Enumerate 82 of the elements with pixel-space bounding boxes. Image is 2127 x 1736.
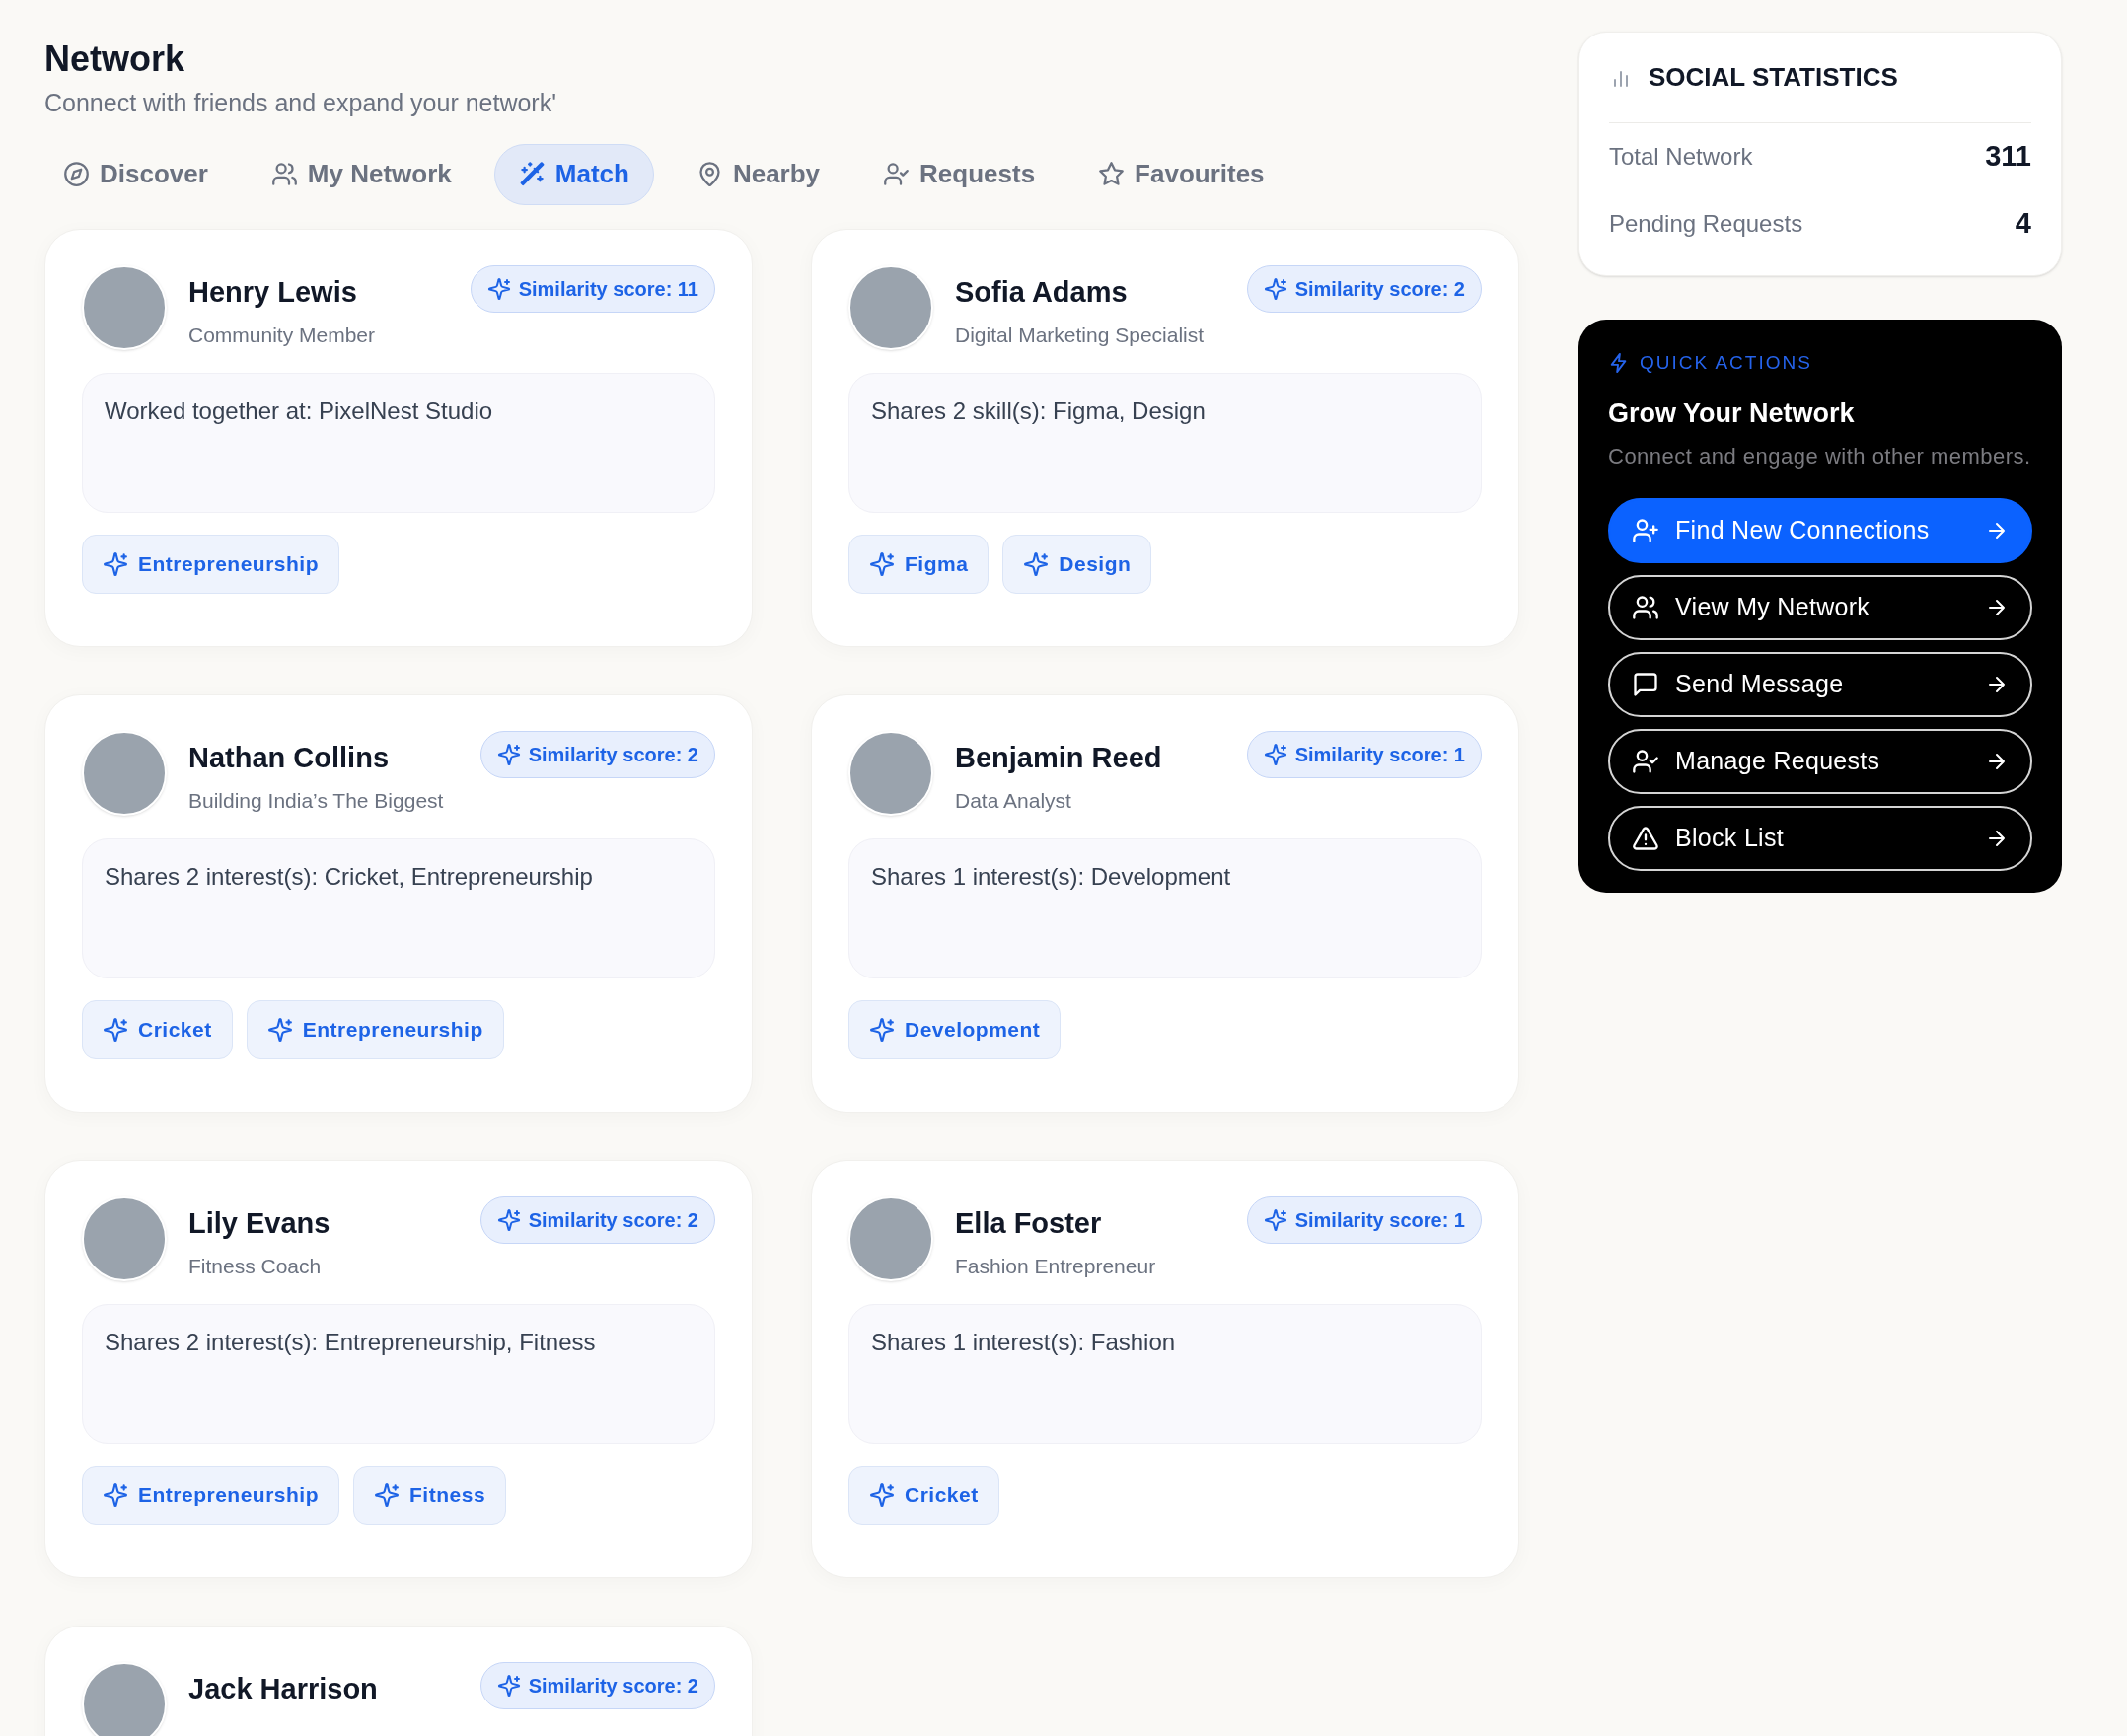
person-role: Fashion Entrepreneur [955,1254,1156,1279]
users-icon [1632,594,1659,621]
message-icon [1632,671,1659,698]
stat-label: Pending Requests [1609,209,1803,239]
tab[interactable]: Nearby [675,143,842,205]
users-icon [270,161,298,187]
person-name: Benjamin Reed [955,740,1162,775]
similarity-badge: Similarity score: 11 [470,264,715,313]
stat-value: 4 [2015,206,2031,242]
section-label: QUICK ACTIONS [1640,351,1812,375]
sparkle-icon [103,550,128,577]
sparkle-icon [1263,276,1287,301]
similarity-badge: Similarity score: 2 [479,730,715,778]
person-role: Building India’s The Biggest [188,788,444,814]
match-reason: Worked together at: PixelNest Studio [105,397,493,424]
interest-tag: Development [848,999,1062,1059]
page-title: Network [44,37,185,81]
compass-icon [63,161,90,187]
interest-tag: Design [1002,534,1152,594]
match-reason: Shares 2 interest(s): Cricket, Entrepreneurship [105,862,593,890]
action-button[interactable]: Send Message [1608,652,2032,717]
star-icon [1098,161,1126,187]
panel-description: Connect and engage with other members. [1608,443,2032,470]
person-name: Ella Foster [955,1205,1102,1241]
card-title: SOCIAL STATISTICS [1649,61,1898,94]
person-name: Jack Harrison [188,1671,378,1706]
sparkle-icon [266,1016,293,1043]
person-role: Digital Marketing Specialist [955,323,1205,348]
action-button[interactable]: Manage Requests [1608,729,2032,794]
person-role: Fitness Coach [188,1254,322,1279]
person-name: Nathan Collins [188,740,389,775]
person-name: Sofia Adams [955,274,1128,310]
stat-value: 311 [1985,139,2031,175]
match-reason: Shares 2 interest(s): Entrepreneurship, Fitness [105,1328,596,1355]
sparkle-icon [103,1482,128,1508]
sparkle-icon [486,276,511,301]
sparkle-icon [1023,550,1050,577]
similarity-badge: Similarity score: 2 [479,1661,715,1709]
stat-label: Total Network [1609,142,1753,172]
match-reason: Shares 1 interest(s): Development [871,862,1231,890]
action-button[interactable]: View My Network [1608,575,2032,640]
sparkle-icon [1263,1207,1287,1232]
tab[interactable]: Requests [862,143,1057,205]
sparkle-icon [869,1482,895,1508]
sparkle-icon [374,1482,401,1508]
interest-tag: Fitness [353,1465,507,1525]
interest-tag: Cricket [82,999,233,1059]
interest-tag: Entrepreneurship [82,534,340,594]
sparkle-icon [103,1016,128,1043]
tab[interactable]: Discover [42,143,229,205]
person-role: Data Analyst [955,788,1071,814]
panel-title: Grow Your Network [1608,397,1855,430]
tab[interactable]: Favourites [1077,143,1285,205]
page-subtitle: Connect with friends and expand your network' [44,88,556,118]
sparkle-icon [496,1673,521,1698]
person-name: Henry Lewis [188,274,357,310]
person-name: Lily Evans [188,1205,330,1241]
match-reason: Shares 1 interest(s): Fashion [871,1328,1176,1355]
sparkle-icon [496,742,521,766]
sparkle-icon [869,1016,895,1043]
user-check-icon [883,161,911,187]
match-reason: Shares 2 skill(s): Figma, Design [871,397,1206,424]
warning-icon [1632,825,1659,852]
similarity-badge: Similarity score: 1 [1246,1195,1482,1244]
similarity-badge: Similarity score: 2 [1246,264,1482,313]
sparkle-icon [1263,742,1287,766]
magic-wand-icon [518,161,546,187]
similarity-badge: Similarity score: 2 [479,1195,715,1244]
tab[interactable]: Match [493,143,654,205]
tab[interactable]: My Network [250,143,473,205]
sparkle-icon [869,550,895,577]
person-role: Community Member [188,323,376,348]
user-check-icon [1632,748,1659,775]
interest-tag: Figma [848,534,990,594]
interest-tag: Entrepreneurship [246,999,504,1059]
action-button[interactable]: Block List [1608,806,2032,871]
similarity-badge: Similarity score: 1 [1246,730,1482,778]
sparkle-icon [496,1207,521,1232]
interest-tag: Cricket [848,1465,999,1525]
action-button[interactable]: Find New Connections [1608,498,2032,563]
user-plus-icon [1632,517,1659,544]
interest-tag: Entrepreneurship [82,1465,340,1525]
